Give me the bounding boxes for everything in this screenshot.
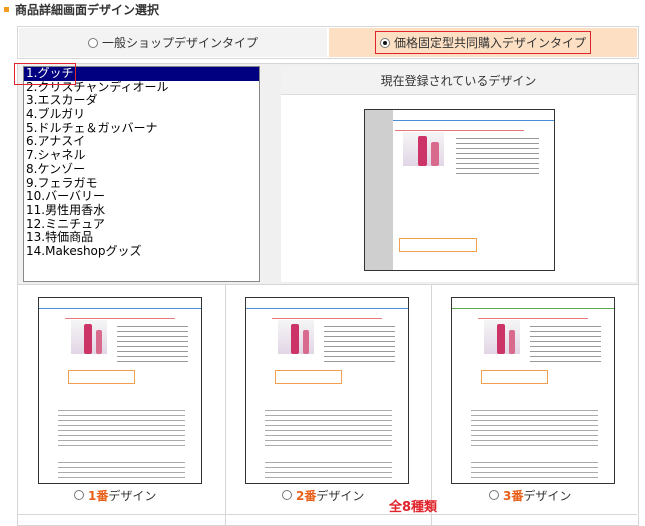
list-item[interactable]: 14.Makeshopグッズ (24, 244, 259, 259)
design-type-option-general[interactable]: 一般ショップデザインタイプ (18, 27, 328, 58)
list-item[interactable]: 11.男性用香水 (24, 203, 259, 218)
list-item[interactable]: 4.ブルガリ (24, 107, 259, 122)
design-3-number: 3番 (503, 488, 524, 503)
design-type-label-general: 一般ショップデザインタイプ (101, 36, 258, 50)
list-item[interactable]: 8.ケンゾー (24, 162, 259, 177)
design-thumbnail-1[interactable] (38, 297, 202, 484)
design-3-suffix: デザイン (523, 488, 572, 503)
current-design-title: 現在登録されているデザイン (281, 66, 636, 95)
radio-design-2[interactable] (282, 490, 292, 500)
list-item[interactable]: 3.エスカーダ (24, 94, 259, 108)
radio-general[interactable] (87, 37, 98, 48)
list-item[interactable]: 13.特価商品 (24, 231, 259, 245)
design-type-option-fixed-price[interactable]: 価格固定型共同購入デザインタイプ (328, 27, 638, 58)
section-heading: 商品詳細画面デザイン選択 (4, 0, 159, 18)
design-thumbnail-2[interactable] (245, 297, 409, 484)
design-thumbnail-3[interactable] (451, 297, 615, 484)
design-type-label-fixed-price: 価格固定型共同購入デザインタイプ (393, 36, 586, 50)
list-item[interactable]: 7.シャネル (24, 148, 259, 163)
current-design-area (281, 95, 636, 282)
design-option-3[interactable]: 3番 デザイン (489, 487, 571, 503)
list-item[interactable]: 5.ドルチェ＆ガッバーナ (24, 121, 259, 136)
list-item[interactable]: 9.フェラガモ (24, 176, 259, 191)
design-1-number: 1番 (88, 488, 109, 503)
current-design-preview (364, 109, 555, 271)
list-item[interactable]: 10.バーバリー (24, 189, 259, 204)
bottom-divider (17, 514, 637, 515)
design-option-1[interactable]: 1番 デザイン (74, 487, 156, 503)
radio-fixed-price[interactable] (379, 37, 390, 48)
fixed-price-highlight: 価格固定型共同購入デザインタイプ (374, 31, 591, 54)
radio-design-3[interactable] (489, 490, 499, 500)
design-2-number: 2番 (296, 488, 317, 503)
selected-item-highlight (14, 63, 76, 85)
bullet-icon (4, 6, 9, 12)
total-designs-label: 全8種類 (389, 500, 438, 515)
design-option-2[interactable]: 2番 デザイン (282, 487, 364, 503)
design-1-suffix: デザイン (108, 488, 157, 503)
radio-design-1[interactable] (74, 490, 84, 500)
list-item[interactable]: 6.アナスイ (24, 135, 259, 149)
category-listbox[interactable]: 1.グッチ 2.クリスチャンディオール 3.エスカーダ 4.ブルガリ 5.ドルチェ＆ガッ… (23, 66, 260, 282)
design-type-selector: 一般ショップデザインタイプ 価格固定型共同購入デザインタイプ (17, 26, 639, 59)
section-heading-text: 商品詳細画面デザイン選択 (15, 2, 160, 17)
design-2-suffix: デザイン (316, 488, 365, 503)
